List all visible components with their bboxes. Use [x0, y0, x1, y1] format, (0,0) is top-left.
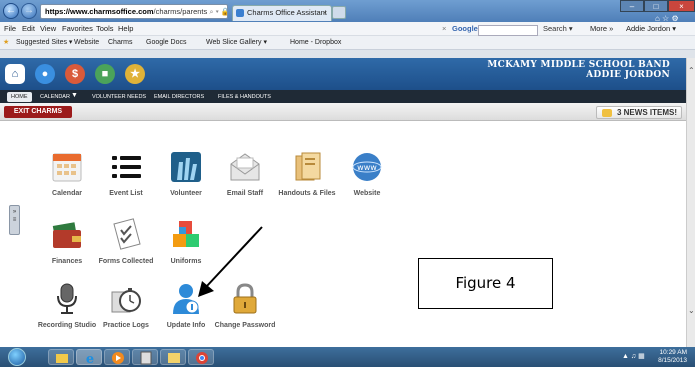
clock-time: 10:29 AM — [659, 349, 687, 356]
fav-google-docs[interactable]: Google Docs — [146, 36, 186, 50]
forward-button[interactable]: → — [21, 3, 37, 19]
fav-web-slice-gallery[interactable]: Web Slice Gallery ▾ — [206, 36, 267, 50]
tab-favicon-icon — [236, 9, 244, 17]
taskbar-media-player[interactable] — [104, 349, 130, 365]
calendar-dropdown-icon[interactable]: ▼ — [71, 92, 78, 99]
news-items-button[interactable]: 3 NEWS ITEMS! — [596, 106, 682, 119]
annotation-arrow — [198, 226, 263, 297]
envelope-icon — [228, 150, 262, 184]
taskbar-internet-explorer[interactable]: e — [76, 349, 102, 367]
scroll-up-icon[interactable]: ⌃ — [688, 66, 695, 75]
site-header: ⌂ ● $ ■ ★ MCKAMY MIDDLE SCHOOL BAND ADDI… — [0, 58, 686, 90]
taskbar-explorer[interactable] — [48, 349, 74, 365]
close-window-button[interactable]: × — [668, 0, 695, 12]
calendar-circle-icon[interactable]: ■ — [95, 64, 115, 84]
back-button[interactable]: ← — [3, 3, 19, 19]
user-menu[interactable]: Addie Jordon ▾ — [626, 22, 676, 36]
minimize-button[interactable]: – — [620, 0, 644, 12]
search-close-icon[interactable]: × — [442, 22, 446, 36]
scroll-down-icon[interactable]: ⌄ — [688, 306, 695, 315]
wallet-icon — [50, 218, 84, 252]
chrome-icon — [196, 352, 208, 364]
finance-dollar-icon[interactable]: $ — [65, 64, 85, 84]
maximize-button[interactable]: □ — [644, 0, 668, 12]
menu-edit[interactable]: Edit — [22, 22, 35, 36]
tab-close-icon[interactable]: × — [323, 6, 327, 20]
tab-home[interactable]: HOME — [7, 92, 32, 102]
search-engine-label: Google — [452, 24, 478, 33]
calendar-icon — [50, 150, 84, 184]
volunteer-icon — [169, 150, 203, 184]
fav-charms[interactable]: Charms — [108, 36, 133, 50]
news-icon — [602, 109, 612, 117]
system-clock[interactable]: 10:29 AM 8/15/2013 — [658, 349, 687, 365]
menu-favorites[interactable]: Favorites — [62, 22, 93, 36]
home-icon[interactable]: ⌂ — [5, 64, 25, 84]
favorites-bar: ★ Suggested Sites ▾ Website Charms Googl… — [0, 36, 695, 50]
fav-suggested-sites[interactable]: Suggested Sites ▾ — [16, 36, 72, 50]
tab-email-directors[interactable]: EMAIL DIRECTORS — [150, 92, 208, 102]
star-circle-icon[interactable]: ★ — [125, 64, 145, 84]
menu-help[interactable]: Help — [118, 22, 133, 36]
new-tab-button[interactable] — [332, 6, 346, 19]
tab-calendar[interactable]: CALENDAR — [36, 92, 74, 102]
tab-files-handouts[interactable]: FILES & HANDOUTS — [214, 92, 275, 102]
windows-taskbar: e ▲ ♫ ▦ 10:29 AM 8/15/2013 — [0, 347, 695, 367]
start-button[interactable] — [8, 348, 26, 366]
photos-icon — [168, 353, 180, 363]
tile-label: Website — [353, 190, 381, 197]
tray-icons[interactable]: ▲ ♫ ▦ — [622, 352, 645, 360]
school-name: MCKAMY MIDDLE SCHOOL BAND — [487, 60, 670, 70]
stopwatch-icon — [109, 282, 143, 316]
figure-label: Figure 4 — [418, 258, 553, 309]
tile-website[interactable]: www Website — [330, 150, 404, 198]
globe-icon: www — [350, 150, 384, 184]
taskbar-calculator[interactable] — [132, 349, 158, 365]
profile-icon[interactable]: ● — [35, 64, 55, 84]
scrollbar[interactable]: ⌃ ⌄ — [686, 58, 695, 347]
taskbar-chrome[interactable] — [188, 349, 214, 365]
svg-text:www: www — [357, 163, 377, 172]
ie-icon: e — [86, 352, 94, 367]
files-icon — [290, 150, 324, 184]
address-bar[interactable]: https://www.charmsoffice.com/charms/pare… — [40, 4, 228, 19]
media-play-icon — [112, 352, 124, 364]
student-name: ADDIE JORDON — [586, 70, 670, 80]
more-button[interactable]: More » — [590, 22, 613, 36]
exit-charms-button[interactable]: EXIT CHARMS — [4, 106, 72, 118]
address-controls[interactable]: ⌕ ▾ 🔒 ↔ ↻ — [209, 7, 227, 16]
google-search-input[interactable] — [478, 25, 538, 36]
microphone-icon — [50, 282, 84, 316]
tile-label: Change Password — [214, 322, 276, 329]
calculator-icon — [140, 351, 152, 365]
taskbar-photos[interactable] — [160, 349, 186, 365]
list-icon — [109, 150, 143, 184]
forms-icon — [109, 218, 143, 252]
action-bar: EXIT CHARMS 3 NEWS ITEMS! — [0, 103, 686, 121]
toolbar-spacer — [0, 50, 695, 58]
fav-home-dropbox[interactable]: Home - Dropbox — [290, 36, 341, 50]
news-label: 3 NEWS ITEMS! — [616, 108, 677, 117]
menu-view[interactable]: View — [40, 22, 56, 36]
sidebar-toggle[interactable]: » ≡ — [9, 205, 20, 235]
browser-tab[interactable]: Charms Office Assistant × — [232, 5, 332, 21]
tab-volunteer-needs[interactable]: VOLUNTEER NEEDS — [88, 92, 150, 102]
menu-file[interactable]: File — [4, 22, 16, 36]
clock-date: 8/15/2013 — [658, 357, 687, 364]
address-host: https://www.charmsoffice.com — [45, 7, 154, 16]
folder-icon — [56, 354, 68, 363]
search-button[interactable]: Search ▾ — [543, 22, 573, 36]
menu-bar: File Edit View Favorites Tools Help × Go… — [0, 22, 695, 36]
tab-title: Charms Office Assistant — [247, 8, 327, 17]
site-title: MCKAMY MIDDLE SCHOOL BAND ADDIE JORDON — [487, 60, 670, 80]
favorites-star-icon[interactable]: ★ — [3, 36, 9, 50]
address-path: /charms/parents — [153, 7, 208, 16]
site-nav: HOME CALENDAR ▼ VOLUNTEER NEEDS EMAIL DI… — [0, 90, 686, 103]
svg-text:e: e — [86, 352, 94, 366]
fav-website[interactable]: Website — [74, 36, 99, 50]
menu-tools[interactable]: Tools — [96, 22, 114, 36]
